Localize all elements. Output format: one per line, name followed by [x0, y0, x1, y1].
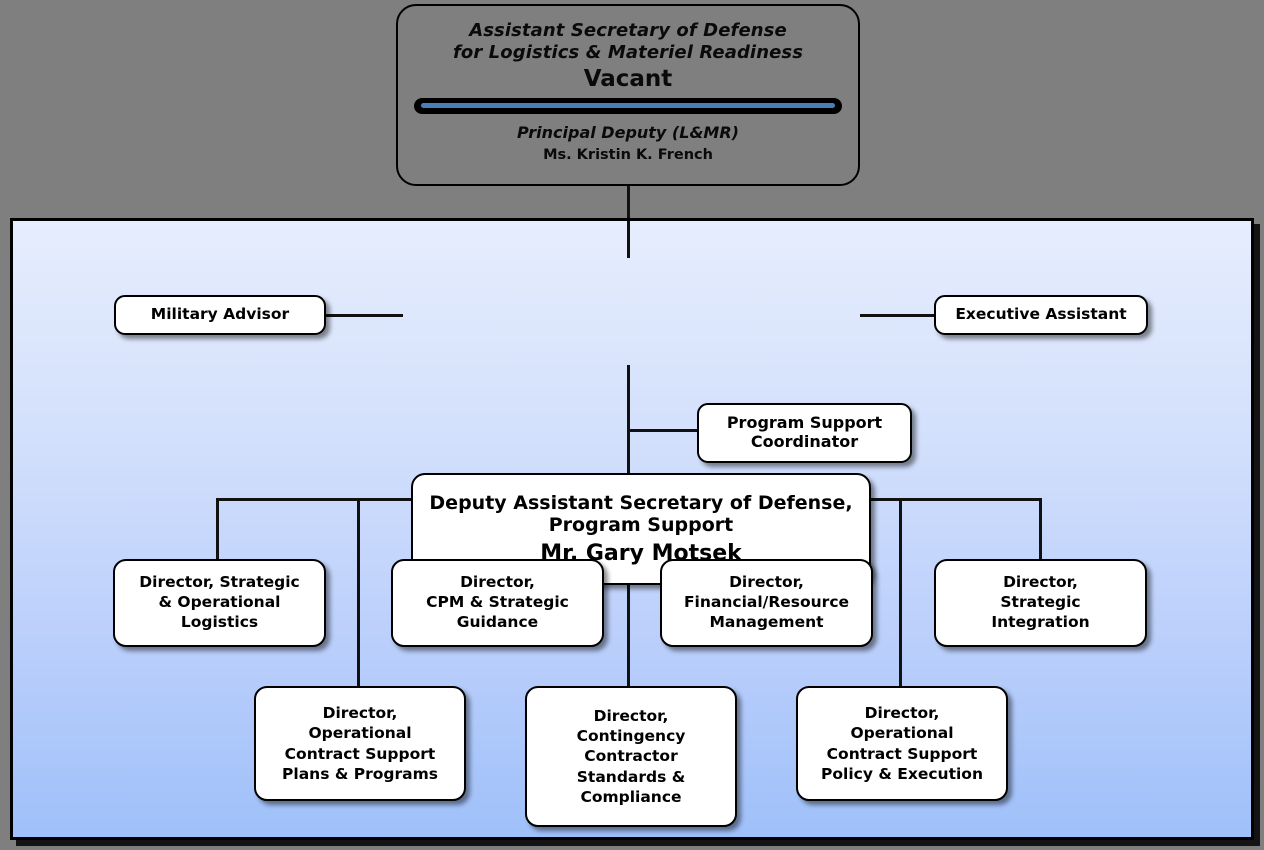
org-chart-canvas: Assistant Secretary of Defense for Logis… [0, 0, 1264, 850]
asd-title-line2: for Logistics & Materiel Readiness [452, 41, 804, 63]
connector-asd-to-panel [627, 186, 630, 218]
node-program-support-coordinator: Program Support Coordinator [697, 403, 912, 463]
connector-spine-to-coordinator [627, 429, 699, 432]
asd-divider-accent [421, 103, 835, 109]
node-director-4: Director, Strategic Integration [934, 559, 1147, 647]
asd-divider [414, 97, 842, 114]
connector-drop-ocs-policy-execution [899, 498, 902, 686]
dasd-title-line1: Deputy Assistant Secretary of Defense, [429, 491, 853, 514]
asd-title-line1: Assistant Secretary of Defense [469, 20, 787, 41]
principal-deputy-title: Principal Deputy (L&MR) [517, 122, 739, 142]
node-director-3: Director, Financial/Resource Management [660, 559, 873, 647]
connector-dasd-to-military-advisor [326, 314, 403, 317]
asd-status: Vacant [583, 65, 673, 92]
node-director-1: Director, Strategic & Operational Logistic… [113, 559, 326, 647]
node-military-advisor: Military Advisor [114, 295, 326, 335]
principal-deputy-name: Ms. Kristin K. French [543, 146, 713, 163]
node-assistant-secretary-of-defense: Assistant Secretary of Defense for Logis… [396, 4, 860, 186]
dasd-title-line2: Program Support [548, 514, 734, 536]
director-3-label: Director, Financial/Resource Management [683, 573, 850, 631]
director-2-label: Director, CPM & Strategic Guidance [426, 573, 569, 631]
connector-drop-strategic-integration [1039, 498, 1042, 559]
asd-title: Assistant Secretary of Defense for Logis… [453, 20, 803, 64]
program-support-panel: Deputy Assistant Secretary of Defense, P… [10, 218, 1254, 840]
node-director-2: Director, CPM & Strategic Guidance [391, 559, 604, 647]
node-director-5: Director, Operational Contract Support Plan… [254, 686, 466, 801]
dasd-title: Deputy Assistant Secretary of Defense, P… [429, 492, 852, 537]
node-director-7: Director, Operational Contract Support Poli… [796, 686, 1008, 801]
military-advisor-label: Military Advisor [150, 305, 290, 324]
connector-dasd-to-executive-assistant [860, 314, 937, 317]
connector-panel-to-dasd [627, 221, 630, 258]
node-director-6: Director, Contingency Contractor Standards … [525, 686, 737, 827]
connector-drop-strategic-operational-logistics [216, 498, 219, 559]
director-1-label: Director, Strategic & Operational Logistic… [139, 573, 300, 631]
director-6-label: Director, Contingency Contractor Standards … [576, 707, 686, 806]
director-7-label: Director, Operational Contract Support Poli… [821, 704, 983, 783]
connector-drop-ocs-plans-programs [357, 498, 360, 686]
executive-assistant-label: Executive Assistant [955, 305, 1127, 324]
director-4-label: Director, Strategic Integration [991, 573, 1090, 631]
program-support-coordinator-label: Program Support Coordinator [726, 413, 883, 451]
director-5-label: Director, Operational Contract Support Plan… [282, 704, 438, 783]
node-executive-assistant: Executive Assistant [934, 295, 1148, 335]
